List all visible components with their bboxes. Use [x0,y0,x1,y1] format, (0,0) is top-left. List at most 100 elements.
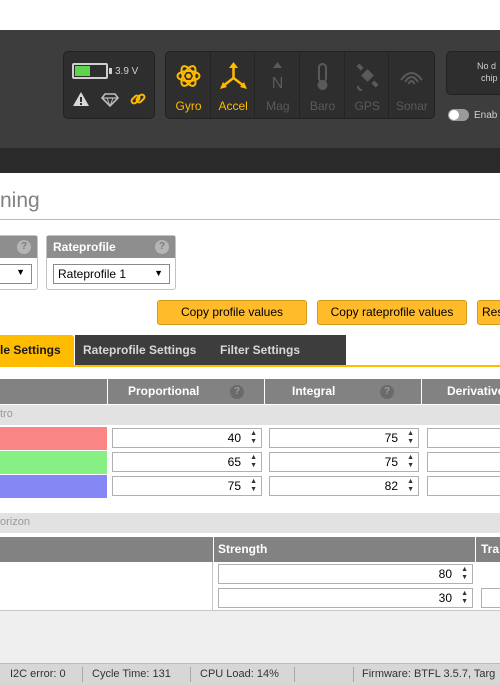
copy-profile-values-button[interactable]: Copy profile values [157,300,307,325]
spinner-arrows-icon[interactable]: ▲ ▼ [250,454,257,470]
chevron-down-icon: ▼ [154,268,163,278]
column-integral: Integral [292,384,336,398]
expert-mode-label: Enab [474,110,498,121]
roll-i-input[interactable]: 75 ▲ ▼ [269,428,419,448]
sensor-status-panel: Gyro Accel N Mag Baro GPS Sonar [165,51,435,119]
dataflash-panel: No d chip [446,51,500,95]
table-header-name [0,379,107,404]
horizon-header-name [0,537,213,562]
roll-p-value: 40 [227,431,241,445]
sensor-accel-label: Accel [218,99,248,113]
horizon-second-value: 30 [438,591,452,605]
pitch-i-input[interactable]: 75 ▲ ▼ [269,452,419,472]
diamond-icon [101,93,119,108]
page-title: ning [0,189,40,212]
sensor-sonar-label: Sonar [395,99,428,113]
horizon-second-input[interactable]: 30 ▲ ▼ [218,588,473,608]
status-separator [294,667,295,682]
tab-rateprofile-settings[interactable]: Rateprofile Settings [75,335,210,365]
spinner-arrows-icon[interactable]: ▲ ▼ [407,454,414,470]
row-pitch-color [0,451,107,474]
gyro-icon [176,65,201,87]
status-cpu-load: CPU Load: 14% [200,668,279,680]
status-separator [190,667,191,682]
window-top-strip [0,0,500,30]
column-proportional: Proportional [128,384,200,398]
proportional-help-icon[interactable]: ? [230,385,244,399]
pitch-i-value: 75 [384,455,398,469]
battery-status-panel: 3.9 V [63,51,155,119]
profile-panel: ? ▼ [0,235,38,290]
status-bar: I2C error: 0 Cycle Time: 131 CPU Load: 1… [0,663,500,685]
section-horizon: orizon [0,513,500,533]
rateprofile-select[interactable]: Rateprofile 1 ▼ [53,264,170,284]
tab-filter-settings[interactable]: Filter Settings [210,335,346,365]
status-firmware: Firmware: BTFL 3.5.7, Targ [362,668,496,680]
svg-text:N: N [272,75,284,92]
row-roll-color [0,427,107,450]
sensor-baro-label: Baro [309,99,336,113]
spinner-arrows-icon[interactable]: ▲ ▼ [407,478,414,494]
toggle-knob [449,110,459,120]
section-basic-acro: tro [0,405,500,425]
dataflash-line2: chip [481,73,498,83]
pitch-p-input[interactable]: 65 ▲ ▼ [112,452,262,472]
status-cycle-time: Cycle Time: 131 [92,668,171,680]
status-separator [82,667,83,682]
sensor-mag: N Mag [255,52,301,118]
spinner-arrows-icon[interactable]: ▲ ▼ [407,430,414,446]
dataflash-line1: No d [477,61,497,71]
pitch-p-value: 65 [227,455,241,469]
yaw-i-input[interactable]: 82 ▲ ▼ [269,476,419,496]
integral-help-icon[interactable]: ? [380,385,394,399]
profile-help-icon[interactable]: ? [17,240,31,254]
yaw-p-value: 75 [227,479,241,493]
baro-icon [317,63,328,90]
yaw-d-input[interactable] [427,476,500,496]
tab-pid-settings[interactable]: le Settings [0,335,74,365]
sensor-mag-label: Mag [266,99,290,113]
chevron-down-icon: ▼ [16,267,25,277]
spinner-arrows-icon[interactable]: ▲ ▼ [250,478,257,494]
spinner-arrows-icon[interactable]: ▲ ▼ [250,430,257,446]
sonar-icon [400,72,424,85]
copy-rateprofile-values-button[interactable]: Copy rateprofile values [317,300,467,325]
column-derivative: Derivative [447,384,500,398]
gps-icon [356,63,379,91]
sensor-sonar: Sonar [389,52,434,118]
roll-i-value: 75 [384,431,398,445]
section-basic-acro-label: tro [0,408,13,420]
yaw-p-input[interactable]: 75 ▲ ▼ [112,476,262,496]
battery-tip [109,68,112,74]
horizon-transition-input[interactable] [481,588,500,608]
dataflash-text: No d chip [477,60,498,84]
spinner-arrows-icon[interactable]: ▲ ▼ [461,566,468,582]
status-separator [353,667,354,682]
sensor-gyro-label: Gyro [175,99,202,113]
horizon-name-cell [0,562,213,610]
battery-icon [72,63,108,79]
warning-icon [73,92,89,106]
expert-mode-toggle[interactable] [448,109,469,121]
sensor-accel: Accel [211,52,256,118]
spinner-arrows-icon[interactable]: ▲ ▼ [461,590,468,606]
yaw-i-value: 82 [384,479,398,493]
title-underline [0,219,500,220]
reset-button[interactable]: Res [477,300,500,325]
roll-d-input[interactable] [427,428,500,448]
content-footer-area [0,611,500,663]
link-icon [130,93,146,105]
mag-icon: N [272,62,284,92]
pitch-d-input[interactable] [427,452,500,472]
accel-icon [219,62,247,89]
tab-underline [0,365,500,367]
app-window: 3.9 V Gyro Accel N Mag Baro GPS Sonar No… [0,0,500,685]
battery-voltage: 3.9 V [115,66,139,77]
rateprofile-help-icon[interactable]: ? [155,240,169,254]
column-transition: Tra [481,542,500,556]
table-header-i [265,379,421,404]
roll-p-input[interactable]: 40 ▲ ▼ [112,428,262,448]
horizon-strength-input[interactable]: 80 ▲ ▼ [218,564,473,584]
status-i2c-error: I2C error: 0 [10,668,66,680]
section-horizon-label: orizon [0,516,30,528]
